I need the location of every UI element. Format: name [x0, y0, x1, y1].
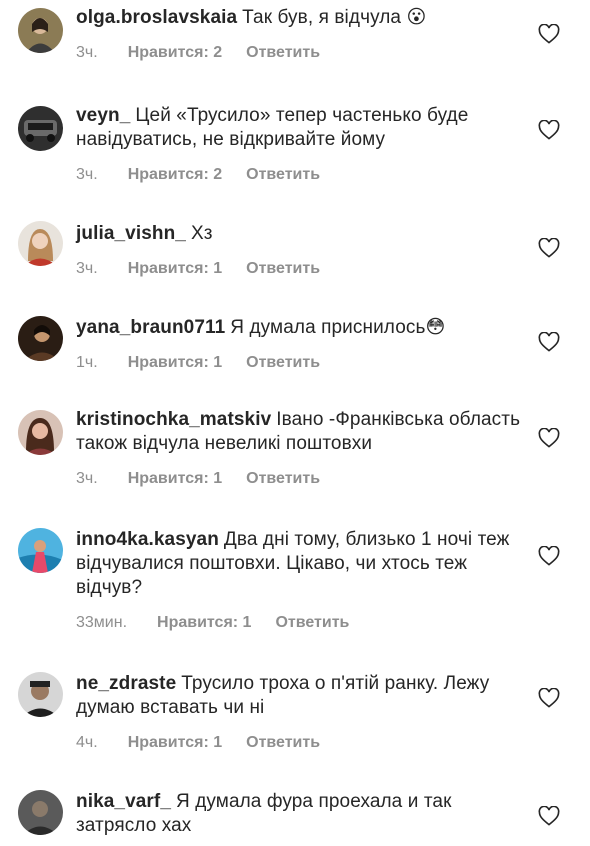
comment-username[interactable]: kristinochka_matskiv	[76, 409, 271, 430]
avatar[interactable]	[18, 528, 63, 573]
comment-list: olga.broslavskaia Так був, я відчула 😮 3ч…	[0, 0, 590, 846]
comment-username[interactable]: nika_varf_	[76, 791, 171, 812]
avatar[interactable]	[18, 316, 63, 361]
heart-icon[interactable]	[538, 120, 560, 140]
heart-icon[interactable]	[538, 806, 560, 826]
heart-icon[interactable]	[538, 428, 560, 448]
reply-button[interactable]: Ответить	[246, 44, 320, 62]
heart-icon[interactable]	[538, 688, 560, 708]
comment-username[interactable]: yana_braun0711	[76, 317, 225, 338]
reply-button[interactable]: Ответить	[275, 614, 349, 632]
reply-button[interactable]: Ответить	[246, 166, 320, 184]
comment-text-block: veyn_ Цей «Трусило» тепер частенько буде …	[76, 104, 526, 152]
comment-username[interactable]: inno4ka.kasyan	[76, 529, 219, 550]
comment-likes[interactable]: Нравится: 2	[128, 44, 222, 62]
comment-text-block: olga.broslavskaia Так був, я відчула 😮	[76, 6, 526, 30]
avatar[interactable]	[18, 410, 63, 455]
heart-icon[interactable]	[538, 332, 560, 352]
reply-button[interactable]: Ответить	[246, 260, 320, 278]
comment-username[interactable]: olga.broslavskaia	[76, 7, 237, 28]
heart-icon[interactable]	[538, 238, 560, 258]
comment-text: Хз	[190, 223, 213, 244]
avatar[interactable]	[18, 106, 63, 151]
comment-time: 3ч.	[76, 166, 98, 183]
comment-text-block: ne_zdraste Трусило троха о п'ятій ранку. …	[76, 672, 526, 720]
avatar[interactable]	[18, 672, 63, 717]
comment-likes[interactable]: Нравится: 1	[128, 354, 222, 372]
comment-text-block: kristinochka_matskiv Івано -Франківська о…	[76, 408, 526, 456]
heart-icon[interactable]	[538, 24, 560, 44]
comment-text: Я думала приснилось😳	[230, 317, 446, 338]
comment-likes[interactable]: Нравится: 1	[128, 260, 222, 278]
reply-button[interactable]: Ответить	[246, 734, 320, 752]
comment-likes[interactable]: Нравится: 1	[157, 614, 251, 632]
comment-time: 3ч.	[76, 44, 98, 61]
comment-username[interactable]: veyn_	[76, 105, 130, 126]
comment-text: Так був, я відчула 😮	[242, 7, 427, 28]
comment-likes[interactable]: Нравится: 1	[128, 734, 222, 752]
comment-time: 1ч.	[76, 354, 98, 371]
comment-time: 33мин.	[76, 614, 128, 631]
comment-time: 4ч.	[76, 734, 98, 751]
comment-text-block: yana_braun0711 Я думала приснилось😳	[76, 316, 526, 340]
comment-text-block: julia_vishn_ Хз	[76, 222, 526, 246]
avatar[interactable]	[18, 790, 63, 835]
reply-button[interactable]: Ответить	[246, 470, 320, 488]
comment-text: Цей «Трусило» тепер частенько буде навід…	[76, 105, 469, 150]
avatar[interactable]	[18, 221, 63, 266]
comment-time: 3ч.	[76, 260, 98, 277]
comment-text-block: inno4ka.kasyan Два дні тому, близько 1 но…	[76, 528, 526, 600]
comment-time: 3ч.	[76, 470, 98, 487]
comment-text-block: nika_varf_ Я думала фура проехала и так з…	[76, 790, 526, 838]
comment-likes[interactable]: Нравится: 1	[128, 470, 222, 488]
comment-likes[interactable]: Нравится: 2	[128, 166, 222, 184]
reply-button[interactable]: Ответить	[246, 354, 320, 372]
avatar[interactable]	[18, 8, 63, 53]
heart-icon[interactable]	[538, 546, 560, 566]
comment-username[interactable]: ne_zdraste	[76, 673, 176, 694]
comment-username[interactable]: julia_vishn_	[76, 223, 186, 244]
